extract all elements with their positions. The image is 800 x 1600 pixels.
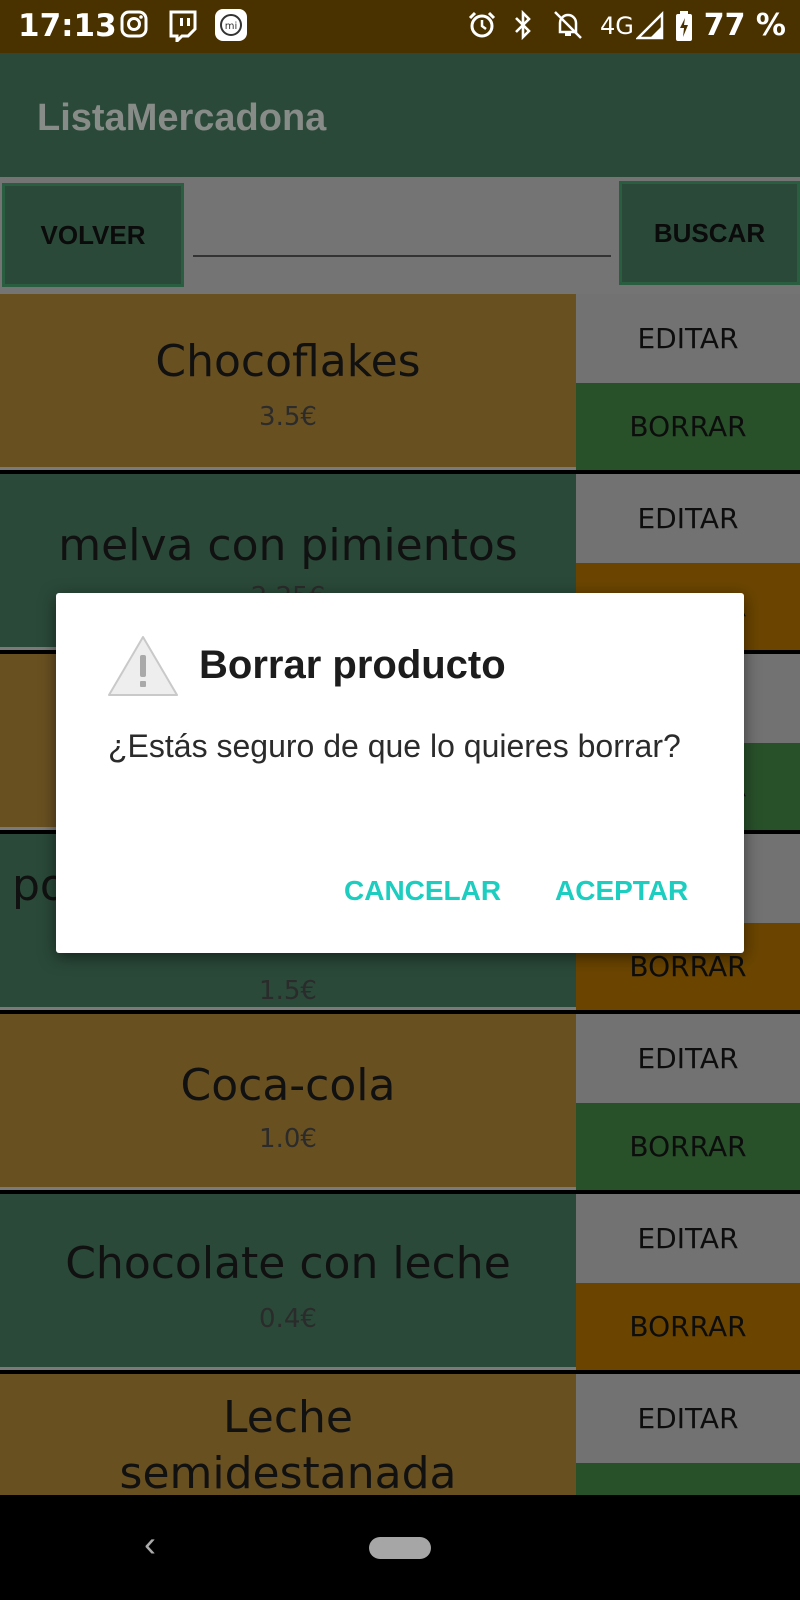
status-time: 17:13 bbox=[18, 8, 117, 44]
network-type: 4G bbox=[600, 12, 634, 40]
twitch-icon bbox=[167, 10, 197, 47]
back-button[interactable]: VOLVER bbox=[2, 183, 184, 287]
accept-button[interactable]: ACEPTAR bbox=[555, 875, 688, 907]
edit-button[interactable]: EDITAR bbox=[576, 1374, 800, 1463]
battery-percent: 77 % bbox=[703, 8, 786, 43]
product-name: melva con pimientos bbox=[58, 520, 518, 571]
mi-icon: mi bbox=[214, 8, 248, 47]
warning-icon bbox=[106, 633, 180, 704]
nav-home-pill[interactable] bbox=[369, 1537, 431, 1559]
signal-icon bbox=[634, 10, 664, 45]
mute-icon bbox=[552, 10, 584, 45]
edit-button[interactable]: EDITAR bbox=[576, 1014, 800, 1103]
search-input[interactable] bbox=[193, 197, 611, 257]
product-row: Coca-cola 1.0€ EDITAR BORRAR bbox=[0, 1014, 800, 1190]
instagram-icon bbox=[120, 10, 148, 43]
app-bar: ListaMercadona bbox=[0, 53, 800, 177]
product-row: Chocolate con leche 0.4€ EDITAR BORRAR bbox=[0, 1194, 800, 1370]
product-row: Chocoflakes 3.5€ EDITAR BORRAR bbox=[0, 294, 800, 470]
alarm-icon bbox=[467, 10, 497, 45]
edit-button[interactable]: EDITAR bbox=[576, 1194, 800, 1283]
delete-button[interactable]: BORRAR bbox=[576, 383, 800, 470]
dialog-title: Borrar producto bbox=[199, 643, 506, 687]
svg-text:mi: mi bbox=[225, 21, 238, 32]
search-button[interactable]: BUSCAR bbox=[619, 181, 800, 285]
nav-back-icon[interactable]: ‹ bbox=[144, 1523, 156, 1565]
product-name: Chocolate con leche bbox=[65, 1238, 511, 1289]
cancel-button[interactable]: CANCELAR bbox=[344, 875, 501, 907]
edit-button[interactable]: EDITAR bbox=[576, 294, 800, 383]
product-info[interactable]: Coca-cola 1.0€ bbox=[0, 1014, 576, 1190]
product-price: 1.0€ bbox=[259, 1124, 317, 1154]
status-bar: 17:13 mi 4G 77 % bbox=[0, 0, 800, 53]
navigation-bar: ‹ bbox=[0, 1495, 800, 1600]
product-name: Coca-cola bbox=[180, 1060, 396, 1111]
bluetooth-icon bbox=[512, 9, 534, 45]
app-title: ListaMercadona bbox=[37, 97, 327, 139]
dialog-message: ¿Estás seguro de que lo quieres borrar? bbox=[108, 728, 681, 764]
delete-button[interactable]: BORRAR bbox=[576, 1283, 800, 1370]
battery-charging-icon bbox=[674, 10, 694, 47]
product-price: 3.5€ bbox=[259, 402, 317, 432]
product-info[interactable]: Chocolate con leche 0.4€ bbox=[0, 1194, 576, 1370]
delete-button[interactable]: BORRAR bbox=[576, 1103, 800, 1190]
edit-button[interactable]: EDITAR bbox=[576, 474, 800, 563]
product-price: 1.5€ bbox=[259, 976, 317, 1006]
toolbar: VOLVER BUSCAR bbox=[0, 177, 800, 294]
screen: 17:13 mi 4G 77 % ListaMercadona VOLVER B… bbox=[0, 0, 800, 1600]
delete-dialog: Borrar producto ¿Estás seguro de que lo … bbox=[56, 593, 744, 953]
product-name: Chocoflakes bbox=[155, 336, 421, 387]
product-info[interactable]: Chocoflakes 3.5€ bbox=[0, 294, 576, 470]
product-price: 0.4€ bbox=[259, 1304, 317, 1334]
